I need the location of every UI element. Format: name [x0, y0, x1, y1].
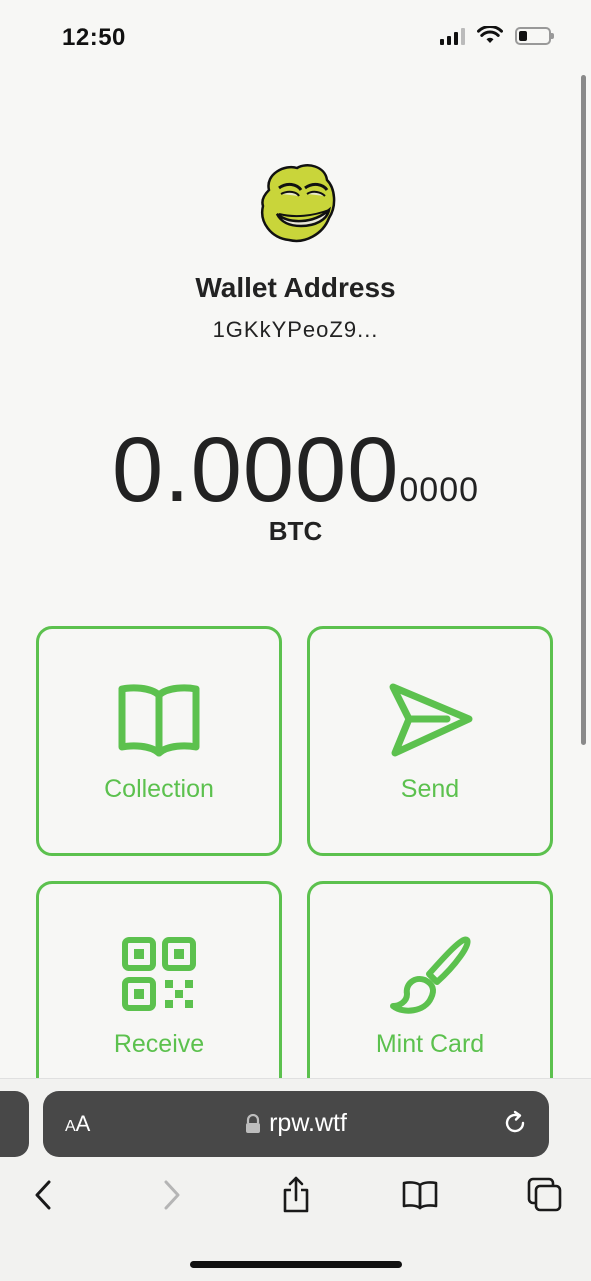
paintbrush-icon [390, 936, 471, 1014]
bookmarks-book-icon [402, 1181, 438, 1210]
back-button[interactable] [19, 1171, 67, 1219]
mint-card-label: Mint Card [375, 1030, 485, 1058]
forward-button[interactable] [148, 1171, 196, 1219]
send-label: Send [400, 775, 460, 803]
wallet-title: Wallet Address [195, 272, 396, 303]
bookmarks-button[interactable] [396, 1171, 444, 1219]
qr-code-icon [122, 937, 196, 1011]
chevron-left-icon [35, 1180, 51, 1210]
tabs-button[interactable] [521, 1171, 569, 1219]
tabs-icon [527, 1177, 562, 1212]
wallet-address[interactable]: 1GKkYPeoZ9... [0, 317, 591, 343]
pepe-avatar-icon [260, 164, 336, 243]
book-icon [118, 684, 200, 757]
home-indicator[interactable] [190, 1261, 402, 1268]
status-bar: 12:50 [0, 0, 591, 80]
mint-card-button[interactable]: Mint Card [307, 881, 553, 1111]
lock-icon [246, 1114, 261, 1134]
collection-button[interactable]: Collection [36, 626, 282, 856]
battery-icon [515, 26, 554, 45]
chevron-right-icon [164, 1180, 180, 1210]
browser-toolbar [0, 1171, 591, 1231]
collection-label: Collection [104, 775, 214, 803]
share-icon [283, 1176, 309, 1213]
receive-label: Receive [113, 1030, 205, 1058]
url-text: rpw.wtf [269, 1109, 347, 1137]
balance-main: 0.0000 [111, 419, 400, 521]
browser-bottom-bar: AA rpw.wtf [0, 1078, 591, 1281]
address-bar[interactable]: AA rpw.wtf [43, 1091, 549, 1157]
balance-sub: 0000 [399, 471, 480, 509]
cellular-signal-icon [440, 27, 465, 45]
wifi-icon [477, 26, 503, 43]
currency-label: BTC [268, 516, 323, 546]
url-display[interactable]: rpw.wtf [43, 1109, 549, 1138]
status-icons [440, 26, 554, 45]
previous-tab-preview[interactable] [0, 1091, 29, 1157]
send-button[interactable]: Send [307, 626, 553, 856]
reload-icon[interactable] [501, 1109, 529, 1137]
send-icon [389, 683, 473, 757]
status-time: 12:50 [62, 24, 126, 51]
share-button[interactable] [272, 1171, 320, 1219]
receive-button[interactable]: Receive [36, 881, 282, 1111]
balance-display: 0.00000000 [0, 418, 591, 523]
page-scrollbar[interactable] [581, 75, 586, 745]
